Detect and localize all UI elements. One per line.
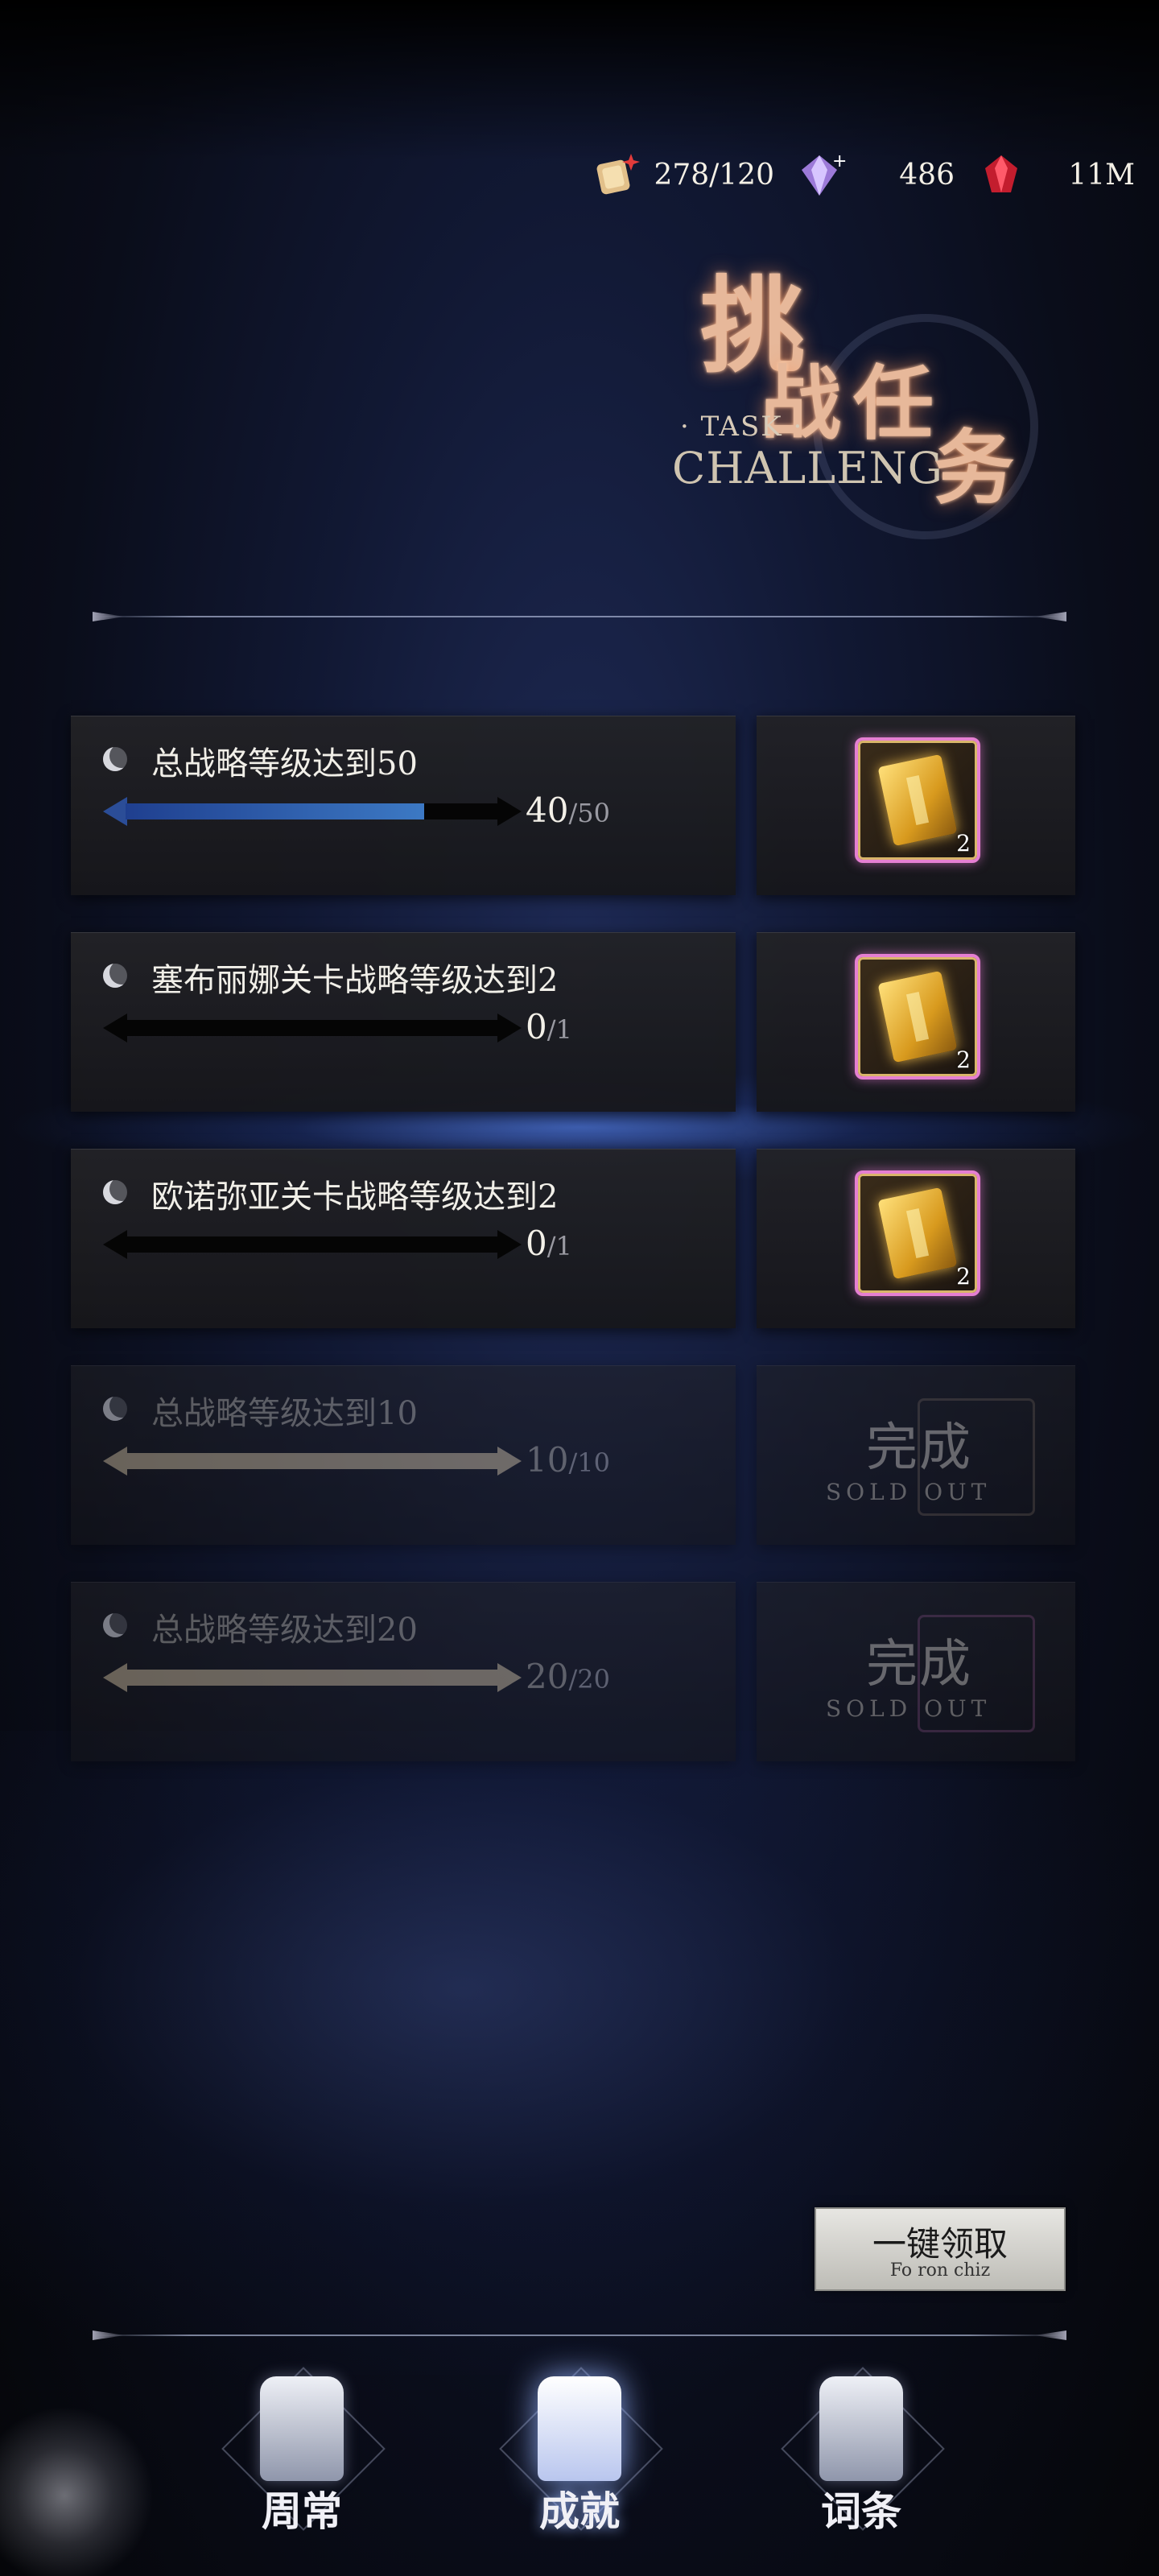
task-row: 欧诺弥亚关卡战略等级达到2 0/1 2 (71, 1149, 1075, 1328)
red-gem-icon (985, 155, 1017, 192)
task-panel: 欧诺弥亚关卡战略等级达到2 0/1 (71, 1149, 736, 1328)
reward-panel: 2 (757, 1149, 1075, 1328)
reward-item[interactable]: 2 (855, 1170, 980, 1296)
progress-text: 40/50 (526, 791, 610, 830)
task-panel: 塞布丽娜关卡战略等级达到2 0/1 (71, 932, 736, 1112)
currency-stamina[interactable]: 278/120 (591, 149, 774, 200)
progress-bar (103, 1013, 522, 1042)
top-divider (93, 616, 1066, 617)
golden-scroll-icon (877, 970, 958, 1063)
task-row: 总战略等级达到20 20/20 完成 SOLD OUT (71, 1582, 1075, 1761)
progress-bar (103, 797, 522, 826)
task-row: 总战略等级达到50 40/50 2 (71, 716, 1075, 895)
progress-text: 0/1 (526, 1224, 572, 1263)
scroll-stamina-icon (596, 154, 641, 195)
reward-quantity: 2 (956, 1263, 971, 1290)
star-scroll-icon (538, 2376, 621, 2481)
reward-item[interactable]: 2 (855, 954, 980, 1080)
sold-out-label: SOLD OUT (826, 1479, 992, 1505)
golden-scroll-icon (877, 1187, 958, 1280)
completed-stamp: 完成 SOLD OUT (821, 1398, 1035, 1519)
tab-label: 词条 (821, 2487, 901, 2535)
task-name: 总战略等级达到10 (151, 1395, 418, 1432)
progress-bar (103, 1663, 522, 1692)
svg-text:+: + (832, 151, 847, 171)
claim-all-label: 一键领取 (872, 2224, 1008, 2264)
task-row: 总战略等级达到10 10/10 完成 SOLD OUT (71, 1365, 1075, 1545)
tab-label: 周常 (262, 2487, 342, 2535)
tab-weekly[interactable]: 周常 (213, 2359, 390, 2568)
title-task-label: · TASK · (680, 411, 804, 443)
moon-icon (103, 1397, 127, 1421)
golden-scroll-icon (877, 753, 958, 847)
progress-fill (126, 803, 424, 819)
reward-panel: 2 (757, 932, 1075, 1112)
title-challenge-label: CHALLENG (672, 443, 943, 493)
progress-text: 10/10 (526, 1440, 610, 1480)
bottom-nav: 周常 成就 词条 (0, 2359, 1159, 2576)
tab-label: 成就 (539, 2487, 620, 2535)
moon-icon (103, 1613, 127, 1637)
moon-icon (103, 964, 127, 988)
task-name: 总战略等级达到20 (151, 1612, 418, 1649)
progress-text: 20/20 (526, 1657, 610, 1696)
quill-scroll-icon (260, 2376, 344, 2481)
title-char-4: 务 (934, 420, 1014, 515)
moon-icon (103, 1180, 127, 1204)
tab-achievement[interactable]: 成就 (491, 2359, 668, 2568)
task-panel: 总战略等级达到20 20/20 (71, 1582, 736, 1761)
page-title: 挑 战 任 务 · TASK · CHALLENG (612, 242, 1062, 547)
currency-gem[interactable]: 11M (975, 149, 1135, 200)
reward-panel: 完成 SOLD OUT (757, 1365, 1075, 1545)
currency-bar: 278/120 + 486 11M (591, 149, 1135, 200)
completed-label: 完成 (866, 1635, 972, 1695)
reward-panel: 完成 SOLD OUT (757, 1582, 1075, 1761)
progress-bar (103, 1447, 522, 1476)
sold-out-label: SOLD OUT (826, 1695, 992, 1722)
completed-stamp: 完成 SOLD OUT (821, 1615, 1035, 1736)
stamina-value: 278/120 (654, 158, 774, 192)
reward-item[interactable]: 2 (855, 737, 980, 863)
task-panel: 总战略等级达到10 10/10 (71, 1365, 736, 1545)
progress-text: 0/1 (526, 1007, 572, 1046)
task-panel: 总战略等级达到50 40/50 (71, 716, 736, 895)
task-row: 塞布丽娜关卡战略等级达到2 0/1 2 (71, 932, 1075, 1112)
reward-quantity: 2 (956, 1046, 971, 1073)
tab-entries[interactable]: 词条 (773, 2359, 950, 2568)
claim-all-sublabel: Fo ron chiz (889, 2260, 991, 2281)
progress-bar (103, 1230, 522, 1259)
top-fade (0, 0, 1159, 161)
completed-label: 完成 (866, 1418, 972, 1478)
claim-all-button[interactable]: 一键领取 Fo ron chiz (815, 2207, 1066, 2291)
task-name: 总战略等级达到50 (151, 745, 418, 782)
gem-value: 11M (1068, 158, 1135, 192)
reward-panel: 2 (757, 716, 1075, 895)
task-name: 塞布丽娜关卡战略等级达到2 (151, 962, 559, 999)
title-char-3: 任 (853, 356, 934, 451)
flame-scroll-icon (819, 2376, 903, 2481)
bottom-divider (93, 2334, 1066, 2336)
task-name: 欧诺弥亚关卡战略等级达到2 (151, 1179, 559, 1216)
reward-quantity: 2 (956, 830, 971, 857)
crystal-value: 486 (899, 158, 955, 192)
moon-icon (103, 747, 127, 771)
currency-crystal[interactable]: + 486 (795, 149, 955, 200)
crystal-icon: + (802, 151, 847, 196)
